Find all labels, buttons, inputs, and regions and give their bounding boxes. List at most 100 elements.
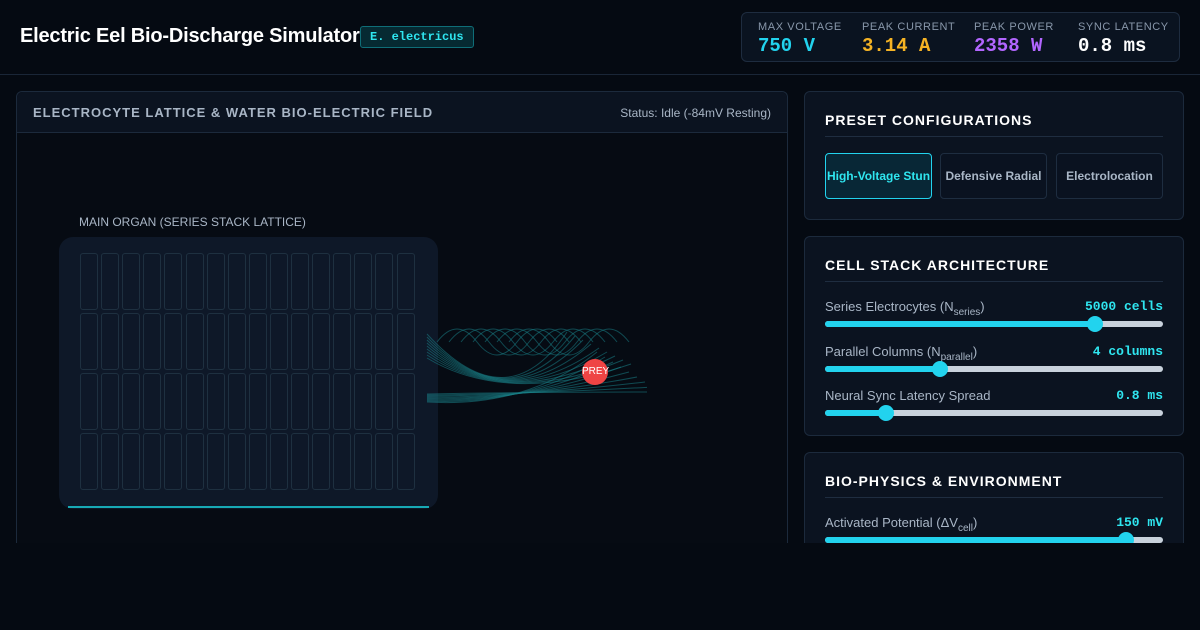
electrocyte-cell — [122, 253, 141, 310]
electrocyte-cell — [291, 373, 309, 430]
electrocyte-cell — [227, 253, 246, 310]
electrocyte-cell — [333, 433, 352, 490]
electrocyte-cell — [375, 313, 394, 370]
status-text: Status: Idle (-84mV Resting) — [620, 106, 771, 120]
cell-stack-architecture-card: CELL STACK ARCHITECTURE Series Electrocy… — [804, 236, 1184, 436]
electrocyte-cell — [80, 373, 98, 430]
slider-fill — [825, 321, 1096, 327]
field-line — [484, 328, 606, 356]
control-value: 150 mV — [1116, 515, 1163, 530]
electrocyte-cell — [248, 253, 267, 310]
stat-value: 0.8 ms — [1078, 35, 1147, 57]
electrocyte-cell — [354, 373, 373, 430]
field-visualization-panel: ELECTROCYTE LATTICE & WATER BIO-ELECTRIC… — [16, 91, 788, 551]
electrocyte-cell — [80, 253, 98, 310]
preset-high-voltage-stun-button[interactable]: High-Voltage Stun — [825, 153, 932, 199]
card-title: CELL STACK ARCHITECTURE — [825, 257, 1050, 273]
stat-label: MAX VOLTAGE — [758, 21, 842, 33]
electrocyte-cell — [248, 433, 267, 490]
electrocyte-cell — [143, 313, 162, 370]
viz-title: ELECTROCYTE LATTICE & WATER BIO-ELECTRIC… — [33, 105, 434, 120]
control-value: 4 columns — [1092, 344, 1163, 359]
field-line — [426, 342, 592, 381]
electrocyte-cell — [248, 373, 267, 430]
electrocyte-cell — [375, 253, 394, 310]
electrocyte-cell — [164, 373, 183, 430]
card-title: PRESET CONFIGURATIONS — [825, 112, 1033, 128]
electrocyte-cell — [375, 373, 394, 430]
electrocyte-cell — [396, 373, 415, 430]
electrocyte-cell — [396, 433, 415, 490]
field-line — [426, 339, 584, 380]
field-line — [460, 328, 582, 356]
electrocyte-cell — [291, 253, 309, 310]
stat-max-voltage: MAX VOLTAGE 750 V — [758, 21, 842, 57]
electrocyte-cell — [101, 433, 120, 490]
parallel-columns-control: Parallel Columns (Nparallel) 4 columns — [825, 344, 1163, 380]
electrocyte-cell — [291, 313, 309, 370]
field-line — [472, 328, 594, 356]
electrocyte-cell — [206, 313, 225, 370]
viz-header: ELECTROCYTE LATTICE & WATER BIO-ELECTRIC… — [17, 92, 787, 133]
electrocyte-cell — [312, 253, 331, 310]
electrocyte-cell — [185, 313, 204, 370]
electrocyte-cell — [396, 313, 415, 370]
control-label: Activated Potential (ΔVcell) — [825, 515, 978, 534]
electrocyte-cell — [375, 433, 394, 490]
control-label: Neural Sync Latency Spread — [825, 388, 991, 403]
stat-value: 2358 W — [974, 35, 1043, 57]
electrocyte-cell — [101, 313, 120, 370]
preset-configurations-card: PRESET CONFIGURATIONS High-Voltage Stun … — [804, 91, 1184, 220]
bio-electric-field-lines — [426, 328, 647, 404]
preset-defensive-radial-button[interactable]: Defensive Radial — [940, 153, 1047, 199]
electrocyte-cell — [164, 253, 183, 310]
prey-marker[interactable]: PREY — [582, 359, 609, 385]
electrocyte-cell — [185, 373, 204, 430]
electrocyte-cell — [269, 373, 288, 430]
electrocyte-cell — [312, 373, 331, 430]
slider-fill — [825, 410, 886, 416]
slider-thumb[interactable] — [877, 405, 894, 421]
slider-fill — [825, 366, 940, 372]
electrocyte-cell — [185, 253, 204, 310]
electrocyte-cell — [164, 313, 183, 370]
species-badge: E. electricus — [360, 26, 474, 48]
stat-peak-current: PEAK CURRENT 3.14 A — [862, 21, 955, 57]
page-bottom-area — [0, 543, 1200, 630]
stat-value: 750 V — [758, 35, 816, 57]
card-divider — [825, 497, 1163, 498]
electrocyte-cell — [164, 433, 183, 490]
electrocyte-cell — [354, 313, 373, 370]
stat-value: 3.14 A — [862, 35, 931, 57]
stat-sync-latency: SYNC LATENCY 0.8 ms — [1078, 21, 1169, 57]
electrocyte-cell — [269, 433, 288, 490]
electrocyte-cell — [143, 373, 162, 430]
electrocyte-cell — [227, 433, 246, 490]
electrocyte-cell — [333, 313, 352, 370]
slider-thumb[interactable] — [1087, 316, 1104, 332]
stat-label: SYNC LATENCY — [1078, 21, 1169, 33]
app-title: Electric Eel Bio-Discharge Simulator — [20, 25, 360, 47]
electrocyte-cell — [312, 313, 331, 370]
electrocyte-cell — [206, 433, 225, 490]
electrocyte-cell — [269, 313, 288, 370]
control-value: 5000 cells — [1084, 299, 1163, 314]
electrocyte-cell — [80, 313, 98, 370]
control-label: Series Electrocytes (Nseries) — [825, 299, 985, 318]
electrocyte-lattice — [59, 237, 438, 509]
parallel-columns-slider[interactable] — [825, 361, 1163, 377]
field-line — [426, 391, 647, 395]
electrocyte-cell — [206, 253, 225, 310]
electrocyte-cell — [206, 373, 225, 430]
organ-baseline — [68, 506, 429, 508]
electrocyte-cell — [354, 253, 373, 310]
app-header: Electric Eel Bio-Discharge Simulator E. … — [0, 0, 1200, 75]
series-electrocytes-slider[interactable] — [825, 316, 1163, 332]
preset-electrolocation-button[interactable]: Electrolocation — [1056, 153, 1163, 199]
electrocyte-cell — [269, 253, 288, 310]
slider-thumb[interactable] — [931, 361, 948, 377]
neural-sync-latency-control: Neural Sync Latency Spread 0.8 ms — [825, 388, 1163, 424]
neural-sync-latency-slider[interactable] — [825, 405, 1163, 421]
electrocyte-cell — [122, 433, 141, 490]
electrocyte-cell — [185, 433, 204, 490]
